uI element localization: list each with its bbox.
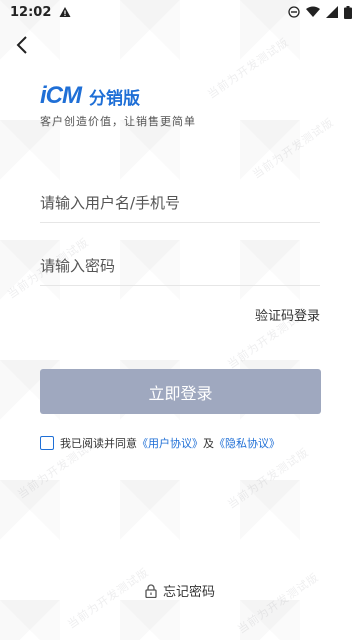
sms-login-link[interactable]: 验证码登录 — [255, 305, 320, 324]
watermark-text: 当前为开发测试版 — [250, 115, 337, 182]
battery-icon — [344, 5, 352, 19]
forgot-password-button[interactable]: 忘记密码 — [0, 581, 360, 600]
password-input[interactable] — [40, 246, 320, 285]
watermark-text: 当前为开发测试版 — [235, 570, 322, 637]
watermark-text: 当前为开发测试版 — [225, 445, 312, 512]
chevron-left-icon[interactable] — [12, 34, 34, 56]
wifi-icon — [306, 6, 320, 17]
lock-icon — [145, 583, 157, 598]
agreement-prefix: 我已阅读并同意 — [60, 437, 137, 450]
do-not-disturb-icon — [288, 6, 300, 18]
signal-icon — [326, 6, 338, 18]
logo-text: 分销版 — [89, 88, 140, 109]
user-agreement-link[interactable]: 《用户协议》 — [137, 435, 203, 451]
username-input[interactable] — [40, 183, 320, 222]
status-bar: 12:02 — [0, 0, 360, 24]
warning-triangle-icon — [59, 7, 71, 17]
forgot-password-label: 忘记密码 — [162, 585, 215, 600]
watermark-text: 当前为开发测试版 — [205, 35, 292, 102]
status-time: 12:02 — [10, 4, 52, 20]
username-field-container — [40, 183, 320, 223]
agreement-checkbox[interactable] — [40, 436, 54, 450]
login-button[interactable]: 立即登录 — [40, 369, 321, 414]
agreement-row: 我已阅读并同意 《用户协议》 及 《隐私协议》 — [40, 435, 280, 451]
logo-mark: iCM — [40, 82, 82, 109]
slogan: 客户创造价值，让销售更简单 — [40, 115, 196, 128]
password-field-container — [40, 246, 320, 286]
brand-logo: iCM 分销版 — [40, 82, 140, 110]
agreement-and: 及 — [203, 437, 214, 450]
privacy-policy-link[interactable]: 《隐私协议》 — [214, 435, 280, 451]
